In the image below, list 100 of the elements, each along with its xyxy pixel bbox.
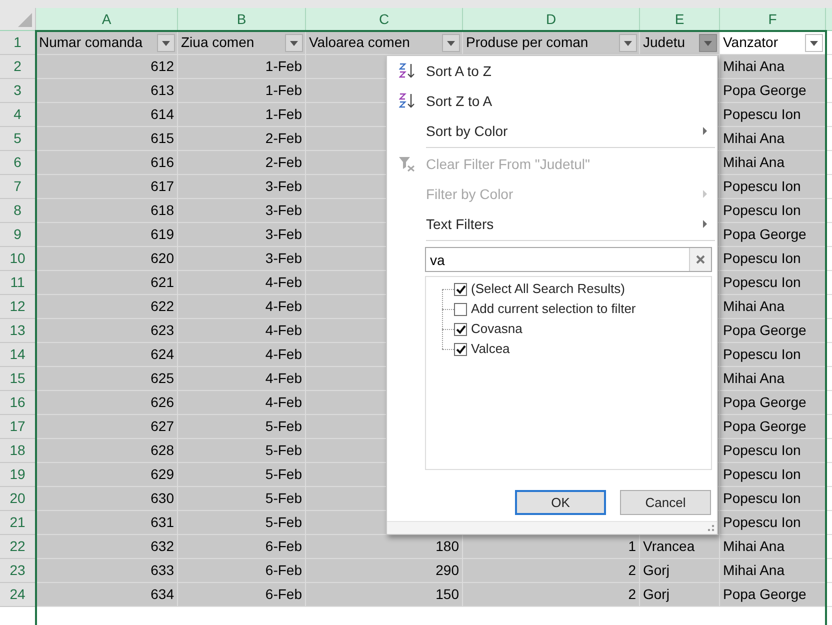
row-header[interactable]: 7 (0, 175, 36, 199)
table-cell: Popa George (720, 319, 826, 343)
table-cell: Popa George (720, 391, 826, 415)
header-label: Produse per coman (466, 33, 588, 52)
header-cell[interactable]: Judetu (640, 31, 720, 55)
table-cell: 1-Feb (178, 103, 306, 127)
header-cell[interactable]: Produse per coman (463, 31, 640, 55)
table-cell: 5-Feb (178, 439, 306, 463)
table-cell: Popescu Ion (720, 463, 826, 487)
filter-button[interactable] (157, 34, 175, 52)
table-cell: 614 (36, 103, 178, 127)
header-cell[interactable]: Numar comanda (36, 31, 178, 55)
table-cell: 3-Feb (178, 247, 306, 271)
table-cell: 4-Feb (178, 391, 306, 415)
row-header[interactable]: 6 (0, 151, 36, 175)
row-header[interactable]: 16 (0, 391, 36, 415)
row-header[interactable]: 11 (0, 271, 36, 295)
table-cell: 633 (36, 559, 178, 583)
table-cell: 619 (36, 223, 178, 247)
table-cell: 616 (36, 151, 178, 175)
row-header[interactable]: 23 (0, 559, 36, 583)
table-cell: Mihai Ana (720, 559, 826, 583)
dialog-button[interactable]: Cancel (620, 490, 711, 515)
table-cell: 5-Feb (178, 487, 306, 511)
checkbox[interactable] (454, 282, 467, 296)
row-header[interactable]: 13 (0, 319, 36, 343)
row-header[interactable]: 24 (0, 583, 36, 607)
table-cell: 3-Feb (178, 199, 306, 223)
dialog-button[interactable]: OK (515, 490, 606, 515)
table-cell: 4-Feb (178, 295, 306, 319)
sort-descending-icon (398, 93, 414, 109)
table-cell: 5-Feb (178, 511, 306, 535)
option-label[interactable]: Valcea (471, 339, 510, 359)
table-cell: 631 (36, 511, 178, 535)
table-cell: Popa George (720, 223, 826, 247)
table-cell: Popescu Ion (720, 487, 826, 511)
table-cell: 612 (36, 55, 178, 79)
table-cell: Popescu Ion (720, 511, 826, 535)
clear-search-button[interactable] (689, 248, 711, 271)
sort-ascending-icon (398, 63, 414, 79)
row-header[interactable]: 14 (0, 343, 36, 367)
row-header[interactable]: 22 (0, 535, 36, 559)
row-header[interactable]: 8 (0, 199, 36, 223)
filter-button[interactable] (442, 34, 460, 52)
header-cell[interactable]: Valoarea comen (306, 31, 463, 55)
row-header[interactable]: 2 (0, 55, 36, 79)
table-cell: 6-Feb (178, 535, 306, 559)
table-cell: Gorj (640, 559, 720, 583)
search-field[interactable]: va (425, 247, 712, 272)
row-header[interactable]: 17 (0, 415, 36, 439)
header-label: Numar comanda (39, 33, 142, 52)
row-header[interactable]: 15 (0, 367, 36, 391)
clear-filter-icon (398, 156, 415, 172)
table-cell: 5-Feb (178, 463, 306, 487)
filter-button[interactable] (285, 34, 303, 52)
filter-button[interactable] (805, 34, 823, 52)
row-header[interactable]: 5 (0, 127, 36, 151)
header-cell[interactable]: Vanzator (720, 31, 826, 55)
row-header[interactable]: 3 (0, 79, 36, 103)
row-header[interactable]: 9 (0, 223, 36, 247)
option-label[interactable]: (Select All Search Results) (471, 279, 625, 299)
table-cell: 615 (36, 127, 178, 151)
table-cell: 627 (36, 415, 178, 439)
dropdown-arrow-icon (290, 40, 298, 46)
header-label: Ziua comen (181, 33, 254, 52)
filter-button[interactable] (619, 34, 637, 52)
row-header[interactable]: 18 (0, 439, 36, 463)
row-header[interactable]: 12 (0, 295, 36, 319)
table-cell: 6-Feb (178, 583, 306, 607)
row-header[interactable]: 19 (0, 463, 36, 487)
table-cell: 4-Feb (178, 367, 306, 391)
table-cell: 625 (36, 367, 178, 391)
row-header[interactable]: 21 (0, 511, 36, 535)
table-cell: 628 (36, 439, 178, 463)
table-cell: 618 (36, 199, 178, 223)
resize-grip-icon[interactable] (708, 525, 714, 531)
menu-item[interactable]: Sort A to Z (387, 56, 717, 86)
row-header[interactable]: 20 (0, 487, 36, 511)
menu-item[interactable]: Sort by Color (387, 116, 717, 146)
option-label[interactable]: Add current selection to filter (471, 299, 636, 319)
checkbox[interactable] (454, 342, 467, 356)
table-cell: 634 (36, 583, 178, 607)
checkbox[interactable] (454, 302, 467, 316)
menu-item[interactable]: Sort Z to A (387, 86, 717, 116)
row-header[interactable]: 1 (0, 31, 36, 55)
menu-item[interactable]: Text Filters (387, 209, 717, 239)
table-cell: 5-Feb (178, 415, 306, 439)
dropdown-arrow-icon (810, 40, 818, 46)
table-cell: 1 (463, 535, 640, 559)
table-cell: Popa George (720, 583, 826, 607)
option-label[interactable]: Covasna (471, 319, 522, 339)
table-cell: 290 (306, 559, 463, 583)
row-header[interactable]: 10 (0, 247, 36, 271)
row-header[interactable]: 4 (0, 103, 36, 127)
table-cell: Popescu Ion (720, 199, 826, 223)
table-cell: 632 (36, 535, 178, 559)
checkbox[interactable] (454, 322, 467, 336)
table-cell: 629 (36, 463, 178, 487)
table-cell: 3-Feb (178, 175, 306, 199)
header-cell[interactable]: Ziua comen (178, 31, 306, 55)
